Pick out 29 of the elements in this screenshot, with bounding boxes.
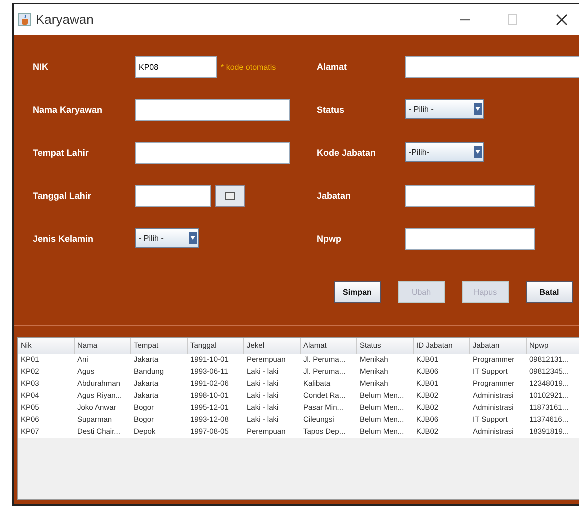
text-field[interactable]: [135, 142, 290, 164]
maximize-icon[interactable]: [507, 14, 519, 26]
action-button[interactable]: Batal: [526, 281, 573, 303]
field-label: Tempat Lahir: [33, 147, 90, 160]
field-label: Jabatan: [317, 190, 352, 203]
text-field[interactable]: [405, 185, 535, 207]
field-label: Npwp: [317, 233, 342, 246]
field-label: Kode Jabatan: [317, 147, 378, 160]
field-label: NIK: [33, 61, 50, 74]
text-field[interactable]: [135, 99, 290, 121]
dropdown[interactable]: -Pilih-: [405, 142, 484, 162]
field-label: Status: [317, 104, 346, 117]
date-field[interactable]: [135, 185, 211, 207]
dropdown[interactable]: - Pilih -: [405, 99, 484, 119]
close-icon[interactable]: [555, 12, 569, 26]
date-picker-button[interactable]: [215, 185, 245, 207]
action-button[interactable]: Simpan: [334, 281, 381, 303]
dropdown[interactable]: - Pilih -: [135, 228, 199, 248]
calendar-icon: [225, 192, 235, 200]
nik-field[interactable]: KP08: [135, 56, 217, 78]
window-title: Karyawan: [36, 12, 94, 27]
field-label: Nama Karyawan: [33, 104, 104, 117]
field-note: * kode otomatis: [221, 62, 276, 72]
field-label: Tanggal Lahir: [33, 190, 92, 203]
java-cup-icon: [18, 12, 32, 26]
text-field[interactable]: [405, 56, 579, 78]
field-label: Jenis Kelamin: [33, 233, 95, 246]
field-label: Alamat: [317, 61, 348, 74]
text-field[interactable]: [405, 228, 535, 250]
